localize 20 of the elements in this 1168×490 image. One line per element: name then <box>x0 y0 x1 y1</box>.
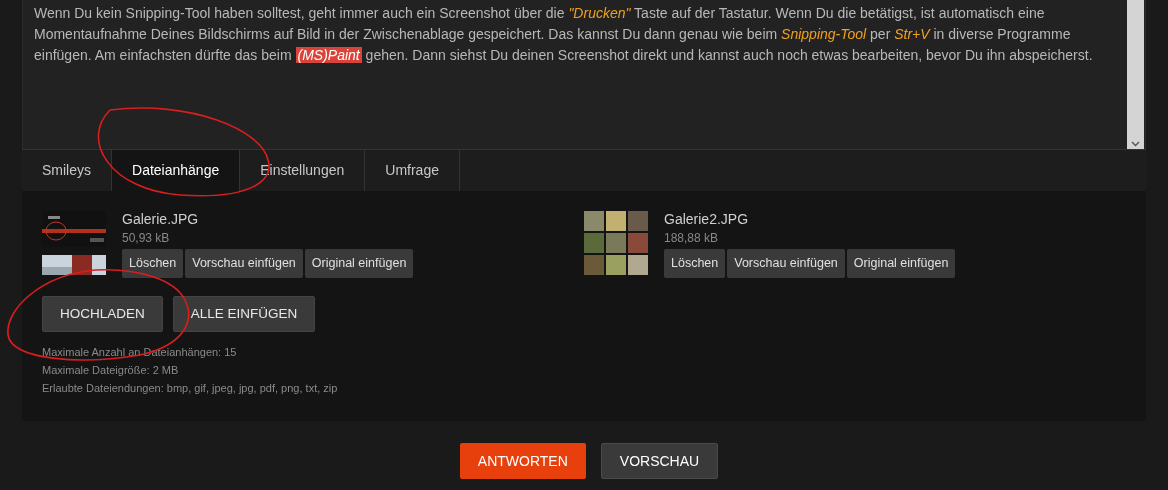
file-action-button[interactable]: Vorschau einfügen <box>185 249 303 278</box>
file-name: Galerie.JPG <box>122 210 200 229</box>
limit-note: Maximale Dateigröße: 2 MB <box>42 363 180 378</box>
tab[interactable]: Dateianhänge <box>112 150 241 191</box>
upload-button[interactable]: HOCHLADEN <box>42 296 163 332</box>
file-action-button[interactable]: Löschen <box>122 249 184 278</box>
preview-button[interactable]: VORSCHAU <box>600 443 719 479</box>
file-action-button[interactable]: Löschen <box>664 249 726 278</box>
scrollbar[interactable] <box>1127 0 1144 149</box>
chevron-down-icon[interactable] <box>1131 141 1140 147</box>
file-action-button[interactable]: Vorschau einfügen <box>727 249 845 278</box>
file-action-button[interactable]: Original einfügen <box>304 249 414 278</box>
file-size: 188,88 kB <box>664 230 720 247</box>
limit-note: Erlaubte Dateiendungen: bmp, gif, jpeg, jpg, pdf, png, txt, zip <box>42 381 339 396</box>
file-name: Galerie2.JPG <box>664 210 750 229</box>
submit-button[interactable]: ANTWORTEN <box>459 443 586 479</box>
file-action-button[interactable]: Original einfügen <box>846 249 956 278</box>
upload-button[interactable]: ALLE EINFÜGEN <box>172 296 316 332</box>
post-text: Wenn Du kein Snipping-Tool haben solltest, geht immer auch ein Screenshot über die "Drucken" Taste auf der Tastatur. Wenn Du die betätigst, ist automatisch eine Momentaufnahme Deines Bildschirms auf Bild in der Zwischenablage gespeichert. Das kannst Du dann genau wie beim Snipping-Tool per Str+V in diverse Programme einfügen. Am einfachsten dürfte das beim (MS)Paint gehen. Dann siehst Du deinen Screenshot direkt und kannst auch noch etwas bearbeiten, bevor Du ihn abspeicherst. <box>33 4 1094 65</box>
file-size: 50,93 kB <box>122 230 171 247</box>
